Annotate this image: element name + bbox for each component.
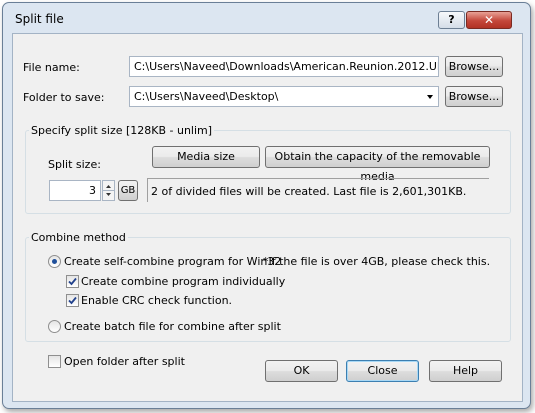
split-file-dialog: Split file ? ✕ File name: C:\Users\Navee… [2, 2, 531, 409]
split-size-spinner[interactable] [102, 180, 115, 201]
help-button[interactable]: Help [429, 360, 502, 382]
chevron-down-icon[interactable] [422, 87, 438, 106]
title-bar[interactable]: Split file ? ✕ [3, 3, 530, 33]
folder-combobox[interactable]: C:\Users\Naveed\Desktop\ [129, 86, 439, 107]
split-size-input[interactable]: 3 [49, 180, 101, 201]
spin-up-icon [106, 185, 111, 188]
radio-batch-file[interactable] [48, 320, 61, 333]
file-name-label: File name: [23, 61, 80, 74]
check-crc-label[interactable]: Enable CRC check function. [81, 294, 232, 307]
check-individual[interactable] [66, 275, 79, 288]
unit-button[interactable]: GB [118, 180, 138, 201]
obtain-capacity-button[interactable]: Obtain the capacity of the removable med… [265, 146, 490, 183]
radio-self-combine-label[interactable]: Create self-combine program for Win32 [64, 255, 281, 268]
check-icon [68, 296, 77, 305]
check-crc[interactable] [66, 294, 79, 307]
open-folder-checkbox[interactable] [48, 355, 61, 368]
window-title: Split file [15, 12, 64, 26]
radio-self-combine[interactable] [48, 255, 61, 268]
open-folder-label[interactable]: Open folder after split [64, 355, 185, 368]
title-close-button[interactable]: ✕ [466, 11, 512, 29]
folder-value: C:\Users\Naveed\Desktop\ [134, 90, 279, 103]
split-size-group-label: Specify split size [128KB - unlim] [29, 124, 215, 137]
file-browse-button[interactable]: Browse... [445, 56, 503, 77]
radio-batch-file-label[interactable]: Create batch file for combine after spli… [64, 320, 281, 333]
split-size-label: Split size: [48, 158, 101, 171]
info-top-line [147, 178, 489, 179]
dialog-body: File name: C:\Users\Naveed\Downloads\Ame… [12, 33, 523, 402]
info-divider [147, 178, 148, 202]
spin-down-icon [106, 193, 111, 196]
file-name-field[interactable]: C:\Users\Naveed\Downloads\American.Reuni… [129, 56, 439, 77]
check-individual-label[interactable]: Create combine program individually [81, 275, 285, 288]
ok-button[interactable]: OK [265, 360, 338, 382]
folder-label: Folder to save: [23, 91, 105, 104]
split-size-group [25, 130, 511, 214]
check-icon [68, 277, 77, 286]
folder-browse-button[interactable]: Browse... [445, 86, 503, 107]
split-info-text: 2 of divided files will be created. Last… [151, 185, 467, 198]
over-4gb-note: *If the file is over 4GB, please check t… [263, 255, 491, 268]
media-size-button[interactable]: Media size [152, 146, 260, 168]
combine-method-group-label: Combine method [29, 231, 128, 244]
title-help-button[interactable]: ? [438, 11, 465, 29]
close-button[interactable]: Close [346, 360, 419, 382]
